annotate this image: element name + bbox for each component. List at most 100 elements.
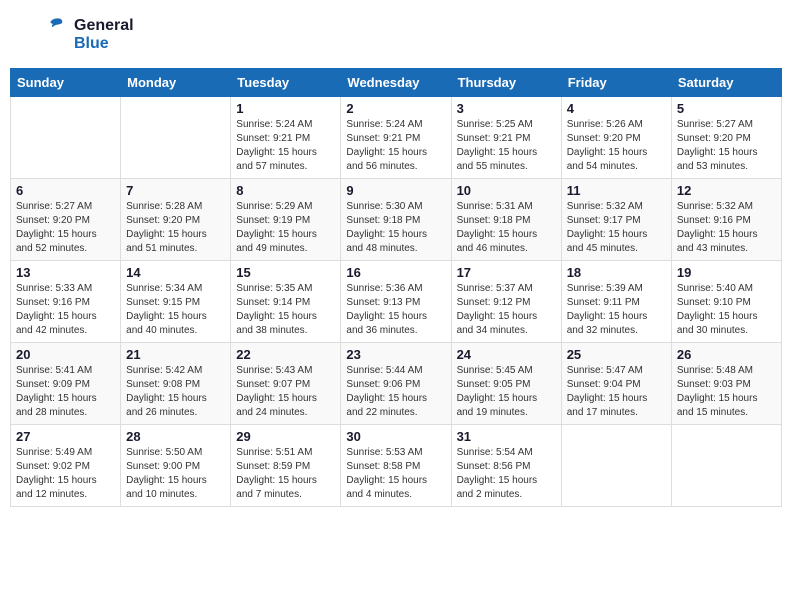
day-daylight: Daylight: 15 hours and 46 minutes. <box>457 228 556 256</box>
week-row-2: 6Sunrise: 5:27 AMSunset: 9:20 PMDaylight… <box>11 179 782 261</box>
day-sunset: Sunset: 9:20 PM <box>677 132 776 146</box>
day-sunset: Sunset: 9:13 PM <box>346 296 445 310</box>
day-sunset: Sunset: 8:58 PM <box>346 460 445 474</box>
day-daylight: Daylight: 15 hours and 56 minutes. <box>346 146 445 174</box>
day-sunrise: Sunrise: 5:50 AM <box>126 446 225 460</box>
day-cell: 22Sunrise: 5:43 AMSunset: 9:07 PMDayligh… <box>231 343 341 425</box>
day-number: 19 <box>677 265 776 280</box>
day-sunset: Sunset: 8:56 PM <box>457 460 556 474</box>
day-daylight: Daylight: 15 hours and 7 minutes. <box>236 474 335 502</box>
day-sunrise: Sunrise: 5:28 AM <box>126 200 225 214</box>
day-sunrise: Sunrise: 5:48 AM <box>677 364 776 378</box>
calendar-table: SundayMondayTuesdayWednesdayThursdayFrid… <box>10 68 782 507</box>
day-cell: 15Sunrise: 5:35 AMSunset: 9:14 PMDayligh… <box>231 261 341 343</box>
day-sunset: Sunset: 9:05 PM <box>457 378 556 392</box>
logo-svg <box>20 15 70 55</box>
day-number: 18 <box>567 265 666 280</box>
day-cell <box>561 425 671 507</box>
day-cell <box>11 97 121 179</box>
day-number: 23 <box>346 347 445 362</box>
day-number: 7 <box>126 183 225 198</box>
day-sunset: Sunset: 9:20 PM <box>16 214 115 228</box>
day-sunset: Sunset: 9:10 PM <box>677 296 776 310</box>
day-daylight: Daylight: 15 hours and 53 minutes. <box>677 146 776 174</box>
day-sunset: Sunset: 9:16 PM <box>677 214 776 228</box>
day-sunset: Sunset: 9:04 PM <box>567 378 666 392</box>
day-cell: 13Sunrise: 5:33 AMSunset: 9:16 PMDayligh… <box>11 261 121 343</box>
day-sunset: Sunset: 9:15 PM <box>126 296 225 310</box>
day-cell: 11Sunrise: 5:32 AMSunset: 9:17 PMDayligh… <box>561 179 671 261</box>
day-daylight: Daylight: 15 hours and 49 minutes. <box>236 228 335 256</box>
day-daylight: Daylight: 15 hours and 30 minutes. <box>677 310 776 338</box>
header: GeneralBlue <box>10 10 782 60</box>
day-daylight: Daylight: 15 hours and 36 minutes. <box>346 310 445 338</box>
weekday-header-wednesday: Wednesday <box>341 69 451 97</box>
day-daylight: Daylight: 15 hours and 19 minutes. <box>457 392 556 420</box>
day-daylight: Daylight: 15 hours and 10 minutes. <box>126 474 225 502</box>
day-daylight: Daylight: 15 hours and 4 minutes. <box>346 474 445 502</box>
day-cell: 3Sunrise: 5:25 AMSunset: 9:21 PMDaylight… <box>451 97 561 179</box>
day-number: 30 <box>346 429 445 444</box>
day-daylight: Daylight: 15 hours and 32 minutes. <box>567 310 666 338</box>
day-daylight: Daylight: 15 hours and 26 minutes. <box>126 392 225 420</box>
week-row-5: 27 Sunrise: 5:49 AMSunset: 9:02 PM Dayligh… <box>11 425 782 507</box>
day-number: 21 <box>126 347 225 362</box>
day-sunrise: Sunrise: 5:42 AM <box>126 364 225 378</box>
day-cell: 19 Sunrise: 5:40 AMSunset: 9:10 PMDayligh… <box>671 261 781 343</box>
day-sunrise: Sunrise: 5:32 AM <box>677 200 776 214</box>
day-number: 3 <box>457 101 556 116</box>
logo-blue-text: Blue <box>74 35 134 53</box>
day-sunset: Sunset: 9:02 PM <box>16 460 115 474</box>
day-sunrise: Sunrise: 5:31 AM <box>457 200 556 214</box>
day-number: 27 <box>16 429 115 444</box>
day-cell: 16Sunrise: 5:36 AMSunset: 9:13 PMDayligh… <box>341 261 451 343</box>
day-sunrise: Sunrise: 5:32 AM <box>567 200 666 214</box>
day-daylight: Daylight: 15 hours and 45 minutes. <box>567 228 666 256</box>
day-cell: 24Sunrise: 5:45 AMSunset: 9:05 PMDayligh… <box>451 343 561 425</box>
day-sunset: Sunset: 9:18 PM <box>346 214 445 228</box>
day-sunset: Sunset: 9:14 PM <box>236 296 335 310</box>
day-sunrise: Sunrise: 5:24 AM <box>346 118 445 132</box>
day-cell: 20Sunrise: 5:41 AMSunset: 9:09 PMDayligh… <box>11 343 121 425</box>
week-row-3: 13Sunrise: 5:33 AMSunset: 9:16 PMDayligh… <box>11 261 782 343</box>
day-sunset: Sunset: 8:59 PM <box>236 460 335 474</box>
day-daylight: Daylight: 15 hours and 17 minutes. <box>567 392 666 420</box>
day-sunrise: Sunrise: 5:51 AM <box>236 446 335 460</box>
day-number: 1 <box>236 101 335 116</box>
day-daylight: Daylight: 15 hours and 22 minutes. <box>346 392 445 420</box>
day-sunrise: Sunrise: 5:54 AM <box>457 446 556 460</box>
day-number: 24 <box>457 347 556 362</box>
day-sunrise: Sunrise: 5:25 AM <box>457 118 556 132</box>
day-number: 28 <box>126 429 225 444</box>
day-number: 29 <box>236 429 335 444</box>
day-sunset: Sunset: 9:19 PM <box>236 214 335 228</box>
week-row-1: 1Sunrise: 5:24 AMSunset: 9:21 PMDaylight… <box>11 97 782 179</box>
day-daylight: Daylight: 15 hours and 55 minutes. <box>457 146 556 174</box>
day-daylight: Daylight: 15 hours and 54 minutes. <box>567 146 666 174</box>
day-number: 13 <box>16 265 115 280</box>
day-cell: 9Sunrise: 5:30 AMSunset: 9:18 PMDaylight… <box>341 179 451 261</box>
day-number: 17 <box>457 265 556 280</box>
day-sunset: Sunset: 9:18 PM <box>457 214 556 228</box>
day-cell <box>121 97 231 179</box>
day-sunset: Sunset: 9:21 PM <box>236 132 335 146</box>
day-sunset: Sunset: 9:03 PM <box>677 378 776 392</box>
weekday-header-row: SundayMondayTuesdayWednesdayThursdayFrid… <box>11 69 782 97</box>
day-sunrise: Sunrise: 5:30 AM <box>346 200 445 214</box>
day-daylight: Daylight: 15 hours and 52 minutes. <box>16 228 115 256</box>
day-daylight: Daylight: 15 hours and 42 minutes. <box>16 310 115 338</box>
day-sunset: Sunset: 9:08 PM <box>126 378 225 392</box>
logo-texts: GeneralBlue <box>74 17 134 52</box>
day-sunset: Sunset: 9:21 PM <box>346 132 445 146</box>
weekday-header-thursday: Thursday <box>451 69 561 97</box>
day-cell: 5Sunrise: 5:27 AMSunset: 9:20 PMDaylight… <box>671 97 781 179</box>
day-sunrise: Sunrise: 5:49 AM <box>16 446 115 460</box>
day-sunrise: Sunrise: 5:40 AM <box>677 282 776 296</box>
day-cell: 27Sunrise: 5:49 AMSunset: 9:02 PMDayligh… <box>11 425 121 507</box>
day-number: 2 <box>346 101 445 116</box>
day-number: 31 <box>457 429 556 444</box>
day-cell: 2 Sunrise: 5:24 AMSunset: 9:21 PMDaylight… <box>341 97 451 179</box>
day-sunrise: Sunrise: 5:53 AM <box>346 446 445 460</box>
day-cell: 23Sunrise: 5:44 AMSunset: 9:06 PMDayligh… <box>341 343 451 425</box>
day-sunset: Sunset: 9:12 PM <box>457 296 556 310</box>
